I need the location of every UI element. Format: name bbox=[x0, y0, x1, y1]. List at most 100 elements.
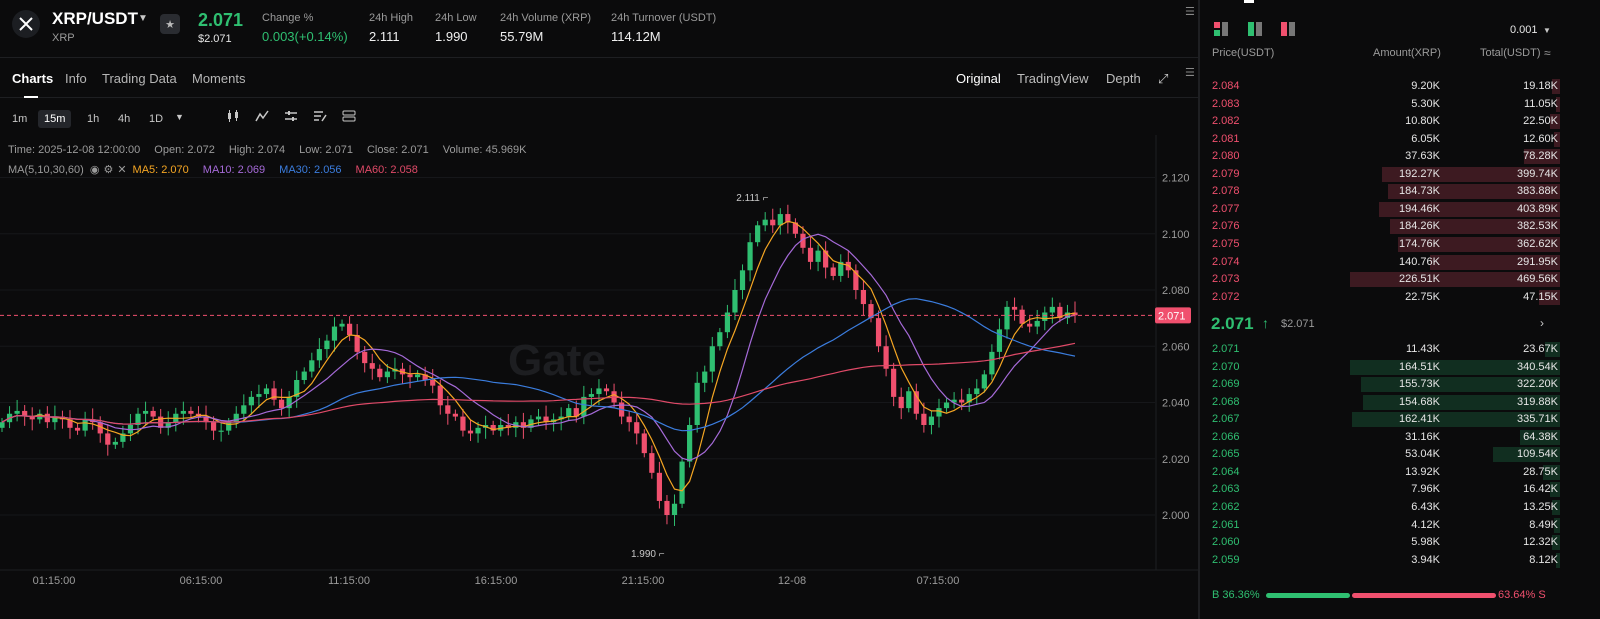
settings-sliders-icon[interactable] bbox=[282, 109, 300, 125]
bid-price: 2.071 bbox=[1212, 343, 1240, 355]
bid-row[interactable]: 2.060 5.98K 12.32K bbox=[1210, 534, 1560, 552]
candle-body bbox=[981, 374, 987, 389]
menu-icon[interactable]: ☰ bbox=[1185, 5, 1195, 18]
ask-amount: 174.76K bbox=[1399, 237, 1440, 250]
orderbook-both-icon[interactable] bbox=[1214, 22, 1228, 39]
drawing-tools-icon[interactable] bbox=[311, 109, 329, 125]
ask-row[interactable]: 2.082 10.80K 22.50K bbox=[1210, 113, 1560, 131]
ask-row[interactable]: 2.072 22.75K 47.15K bbox=[1210, 289, 1560, 307]
ask-row[interactable]: 2.073 226.51K 469.56K bbox=[1210, 271, 1560, 289]
bid-total: 64.38K bbox=[1523, 430, 1558, 443]
fullscreen-icon[interactable]: ⤢ bbox=[1158, 71, 1168, 87]
coin-name: XRP bbox=[52, 32, 75, 44]
view-tradingview[interactable]: TradingView bbox=[1017, 71, 1089, 86]
bid-amount: 162.41K bbox=[1399, 413, 1440, 426]
ask-total: 469.56K bbox=[1517, 273, 1558, 286]
y-tick-label: 2.060 bbox=[1162, 341, 1190, 353]
ask-total: 22.50K bbox=[1523, 115, 1558, 128]
candle-body bbox=[346, 323, 353, 335]
bid-row[interactable]: 2.067 162.41K 335.71K bbox=[1210, 411, 1560, 429]
bid-row[interactable]: 2.063 7.96K 16.42K bbox=[1210, 481, 1560, 499]
x-tick-label: 06:15:00 bbox=[180, 575, 223, 587]
orderbook-bids-icon[interactable] bbox=[1248, 22, 1262, 39]
ask-price: 2.081 bbox=[1212, 132, 1240, 145]
ask-row[interactable]: 2.083 5.30K 11.05K bbox=[1210, 96, 1560, 114]
arrow-up-icon: ↑ bbox=[1262, 315, 1269, 331]
bid-row[interactable]: 2.059 3.94K 8.12K bbox=[1210, 552, 1560, 570]
y-tick-label: 2.080 bbox=[1162, 285, 1190, 297]
timeframe-1m[interactable]: 1m bbox=[6, 110, 33, 128]
view-depth[interactable]: Depth bbox=[1106, 71, 1141, 86]
candle-body bbox=[770, 219, 776, 226]
high-marker: 2.111 ⌐ bbox=[736, 193, 768, 204]
header-amount: Amount(XRP) bbox=[1373, 47, 1441, 59]
ask-total: 403.89K bbox=[1517, 202, 1558, 215]
candle-body bbox=[1019, 309, 1025, 324]
bid-row[interactable]: 2.071 11.43K 23.67K bbox=[1210, 341, 1560, 359]
candle-body bbox=[263, 388, 270, 395]
timeframe-1h[interactable]: 1h bbox=[81, 110, 105, 128]
bid-amount: 53.04K bbox=[1405, 448, 1440, 461]
ask-row[interactable]: 2.077 194.46K 403.89K bbox=[1210, 201, 1560, 219]
chevron-down-icon[interactable]: ▼ bbox=[1543, 26, 1551, 35]
candlestick-chart[interactable]: 2.120 2.100 2.080 2.060 2.040 2.020 2.000 Gate 2… bbox=[0, 135, 1198, 595]
precision-select[interactable]: 0.001 bbox=[1510, 24, 1538, 36]
bid-row[interactable]: 2.064 13.92K 28.75K bbox=[1210, 464, 1560, 482]
candle-body bbox=[581, 396, 587, 417]
timeframe-15m[interactable]: 15m bbox=[38, 110, 72, 128]
tab-trading-data[interactable]: Trading Data bbox=[102, 71, 177, 86]
tab-charts[interactable]: Charts bbox=[12, 71, 53, 86]
ask-row[interactable]: 2.080 37.63K 78.28K bbox=[1210, 148, 1560, 166]
view-original[interactable]: Original bbox=[956, 71, 1001, 86]
timeframe-1d[interactable]: 1D bbox=[143, 110, 169, 128]
tab-info[interactable]: Info bbox=[65, 71, 87, 86]
buy-ratio-bar bbox=[1266, 593, 1350, 598]
tab-moments[interactable]: Moments bbox=[192, 71, 245, 86]
chevron-down-icon[interactable]: ▼ bbox=[138, 13, 148, 24]
candle-body bbox=[301, 371, 307, 380]
y-tick-label: 2.040 bbox=[1162, 398, 1190, 410]
ratio-bar bbox=[1266, 593, 1496, 598]
bid-row[interactable]: 2.062 6.43K 13.25K bbox=[1210, 499, 1560, 517]
bid-amount: 154.68K bbox=[1399, 395, 1440, 408]
orderbook-asks-icon[interactable] bbox=[1281, 22, 1295, 39]
bid-row[interactable]: 2.068 154.68K 319.88K bbox=[1210, 394, 1560, 412]
candle-body bbox=[664, 500, 670, 515]
ask-row[interactable]: 2.076 184.26K 382.53K bbox=[1210, 218, 1560, 236]
ask-row[interactable]: 2.081 6.05K 12.60K bbox=[1210, 131, 1560, 149]
bid-row[interactable]: 2.065 53.04K 109.54K bbox=[1210, 446, 1560, 464]
stat-change-value: 0.003(+0.14%) bbox=[262, 29, 348, 44]
candle-type-icon[interactable] bbox=[224, 109, 242, 125]
favorite-star-icon[interactable]: ★ bbox=[160, 14, 180, 34]
settings-icon[interactable]: ☰ bbox=[1185, 66, 1195, 79]
candle-body bbox=[626, 416, 632, 423]
timeframe-4h[interactable]: 4h bbox=[112, 110, 136, 128]
bids-list: 2.071 11.43K 23.67K 2.070 164.51K 340.54K 2.06… bbox=[1202, 341, 1562, 571]
bid-price: 2.061 bbox=[1212, 518, 1240, 531]
candle-body bbox=[891, 368, 897, 397]
candle-body bbox=[535, 416, 542, 420]
candle-body bbox=[467, 430, 474, 434]
timeframe-dropdown-icon[interactable]: ▼ bbox=[175, 112, 184, 122]
candle-body bbox=[656, 472, 663, 501]
candle-body bbox=[875, 318, 882, 347]
bid-amount: 164.51K bbox=[1399, 360, 1440, 373]
ask-row[interactable]: 2.084 9.20K 19.18K bbox=[1210, 78, 1560, 96]
ask-row[interactable]: 2.074 140.76K 291.95K bbox=[1210, 254, 1560, 272]
bid-row[interactable]: 2.066 31.16K 64.38K bbox=[1210, 429, 1560, 447]
indicator-icon[interactable] bbox=[253, 109, 271, 125]
candle-body bbox=[634, 422, 640, 434]
ask-row[interactable]: 2.078 184.73K 383.88K bbox=[1210, 183, 1560, 201]
chevron-right-icon[interactable]: › bbox=[1540, 316, 1544, 330]
bid-row[interactable]: 2.070 164.51K 340.54K bbox=[1210, 359, 1560, 377]
bid-row[interactable]: 2.069 155.73K 322.20K bbox=[1210, 376, 1560, 394]
ask-row[interactable]: 2.075 174.76K 362.62K bbox=[1210, 236, 1560, 254]
bid-row[interactable]: 2.061 4.12K 8.49K bbox=[1210, 517, 1560, 535]
layout-icon[interactable] bbox=[340, 109, 358, 125]
low-marker: 1.990 ⌐ bbox=[631, 549, 665, 560]
depth-toggle-icon[interactable]: ≈ bbox=[1544, 46, 1551, 60]
ask-row[interactable]: 2.079 192.27K 399.74K bbox=[1210, 166, 1560, 184]
bid-price: 2.060 bbox=[1212, 536, 1240, 549]
pair-selector[interactable]: XRP/USDT bbox=[52, 9, 138, 29]
ask-amount: 140.76K bbox=[1399, 255, 1440, 268]
